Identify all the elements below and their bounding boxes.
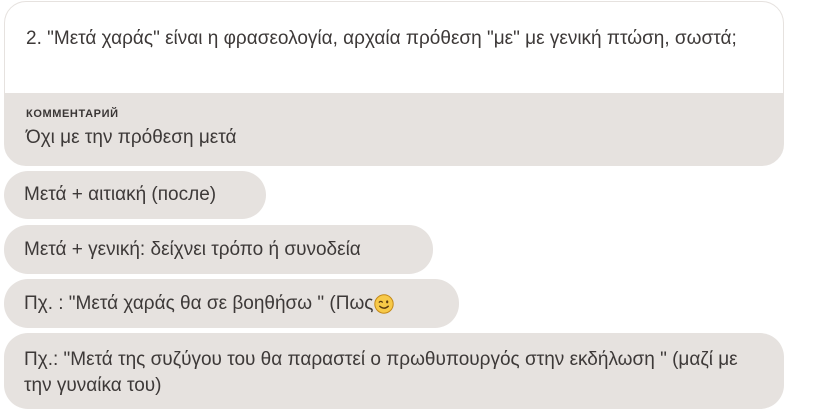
message-bubble[interactable]: Πχ. : "Μετά χαράς θα σε βοηθήσω " (Πως <box>4 279 459 328</box>
comment-section: КОММЕНТАРИЙ Όχι με την πρόθεση μετά <box>5 93 783 151</box>
message-bubble[interactable]: Μετά + αιτιακή (после) <box>4 171 266 219</box>
quoted-message-card[interactable]: 2. "Μετά χαράς" είναι η φρασεολογία, αρχ… <box>4 1 784 166</box>
message-text: Μετά + αιτιακή (после) <box>24 184 217 205</box>
message-bubble[interactable]: Μετά + γενική: δείχνει τρόπο ή συνοδεία <box>4 225 433 274</box>
message-text: Πχ. : "Μετά χαράς θα σε βοηθήσω " (Πως <box>24 292 374 314</box>
comment-text: Όχι με την πρόθεση μετά <box>26 127 237 148</box>
message-text: Πχ.: "Μετά της συζύγου του θα παραστεί ο… <box>24 349 738 396</box>
comment-label: КОММЕНТАРИЙ <box>26 108 119 120</box>
message-text: Μετά + γενική: δείχνει τρόπο ή συνοδεία <box>24 238 361 260</box>
quoted-question: 2. "Μετά χαράς" είναι η φρασεολογία, αρχ… <box>5 2 783 93</box>
winking-face-icon <box>374 293 395 314</box>
message-bubble[interactable]: Πχ.: "Μετά της συζύγου του θα παραστεί ο… <box>4 333 784 409</box>
quoted-question-text: 2. "Μετά χαράς" είναι η φρασεολογία, αρχ… <box>26 28 737 49</box>
